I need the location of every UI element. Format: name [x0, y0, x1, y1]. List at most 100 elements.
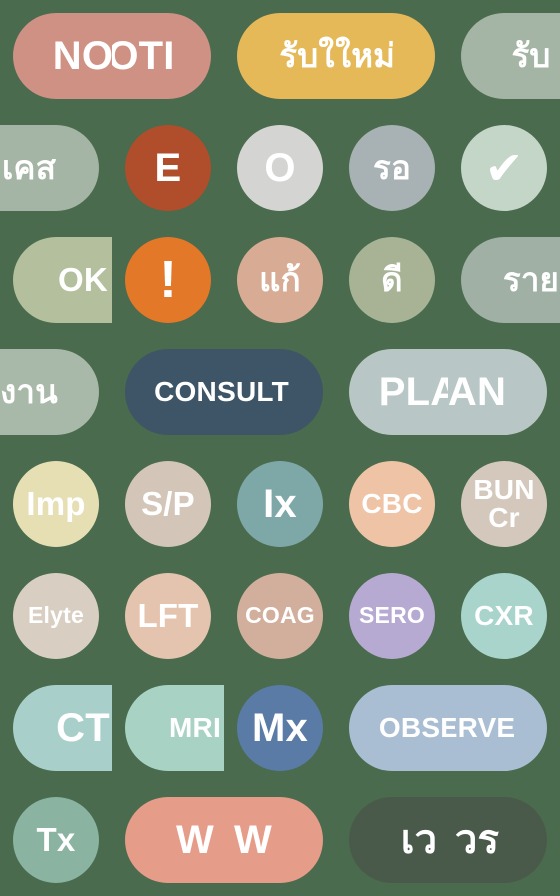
sticker-cell[interactable]: เว: [336, 784, 448, 896]
sticker-label: เว: [400, 817, 438, 862]
sticker-label: SULT: [224, 375, 289, 407]
sticker-label: OK: [58, 261, 108, 299]
sticker-label: CT: [56, 705, 110, 750]
sticker-label: ใหม่: [336, 37, 396, 75]
sticker-cell[interactable]: COAG: [224, 560, 336, 672]
sticker-cell[interactable]: NO: [0, 0, 112, 112]
sticker-r8c3[interactable]: W: [224, 797, 323, 883]
sticker-r1c2[interactable]: OTI: [112, 13, 211, 99]
sticker-cell[interactable]: O: [224, 112, 336, 224]
sticker-label: W: [234, 817, 272, 862]
sticker-cell[interactable]: CBC: [336, 448, 448, 560]
sticker-cell[interactable]: วร: [448, 784, 560, 896]
sticker-r1c1[interactable]: NO: [13, 13, 112, 99]
sticker-r5c2[interactable]: S/P: [125, 461, 211, 547]
sticker-r1c3[interactable]: รับใ: [237, 13, 336, 99]
sticker-cell[interactable]: CONS: [112, 336, 224, 448]
sticker-r3c4[interactable]: ดี: [349, 237, 435, 323]
sticker-label: O: [264, 145, 296, 190]
sticker-r4c5[interactable]: AN: [448, 349, 547, 435]
sticker-cell[interactable]: AN: [448, 336, 560, 448]
sticker-cell[interactable]: BUN Cr: [448, 448, 560, 560]
sticker-cell[interactable]: OBSE: [336, 672, 448, 784]
sticker-label: ราย: [502, 261, 560, 299]
sticker-label: BUN Cr: [473, 474, 535, 533]
sticker-cell[interactable]: W: [224, 784, 336, 896]
sticker-r4c4[interactable]: PLA: [349, 349, 448, 435]
sticker-r8c5[interactable]: วร: [448, 797, 547, 883]
sticker-cell[interactable]: E: [112, 112, 224, 224]
sticker-cell[interactable]: งาน: [0, 336, 112, 448]
sticker-cell[interactable]: OK: [0, 224, 112, 336]
sticker-cell[interactable]: เคส: [0, 112, 112, 224]
sticker-cell[interactable]: !: [112, 224, 224, 336]
sticker-r4c3[interactable]: SULT: [224, 349, 323, 435]
sticker-r2c5[interactable]: ✔: [461, 125, 547, 211]
sticker-cell[interactable]: Elyte: [0, 560, 112, 672]
sticker-label: CONS: [154, 375, 224, 407]
sticker-r1c5[interactable]: รับ: [461, 13, 560, 99]
sticker-cell[interactable]: รับใ: [224, 0, 336, 112]
sticker-r8c1[interactable]: Tx: [13, 797, 99, 883]
sticker-label: LFT: [137, 597, 199, 635]
sticker-cell[interactable]: Mx: [224, 672, 336, 784]
sticker-cell[interactable]: รอ: [336, 112, 448, 224]
sticker-cell[interactable]: ดี: [336, 224, 448, 336]
sticker-r4c2[interactable]: CONS: [125, 349, 224, 435]
sticker-r7c4[interactable]: OBSE: [349, 685, 448, 771]
sticker-r3c1[interactable]: OK: [13, 237, 112, 323]
sticker-r5c5[interactable]: BUN Cr: [461, 461, 547, 547]
sticker-cell[interactable]: ใหม่: [336, 0, 448, 112]
sticker-label: ดี: [381, 261, 403, 299]
sticker-r6c5[interactable]: CXR: [461, 573, 547, 659]
sticker-cell[interactable]: OTI: [112, 0, 224, 112]
sticker-r2c2[interactable]: E: [125, 125, 211, 211]
sticker-label: OTI: [112, 33, 175, 78]
sticker-r2c1[interactable]: เคส: [0, 125, 99, 211]
sticker-cell[interactable]: W: [112, 784, 224, 896]
sticker-cell[interactable]: Tx: [0, 784, 112, 896]
sticker-label: AN: [448, 369, 507, 414]
sticker-label: Ix: [263, 481, 297, 526]
sticker-cell[interactable]: SULT: [224, 336, 336, 448]
sticker-r8c4[interactable]: เว: [349, 797, 448, 883]
sticker-label: Tx: [36, 821, 76, 859]
sticker-cell[interactable]: แก้: [224, 224, 336, 336]
sticker-cell[interactable]: CT: [0, 672, 112, 784]
sticker-label: COAG: [245, 602, 315, 629]
sticker-r6c4[interactable]: SERO: [349, 573, 435, 659]
sticker-r6c3[interactable]: COAG: [237, 573, 323, 659]
sticker-r6c1[interactable]: Elyte: [13, 573, 99, 659]
sticker-cell[interactable]: SERO: [336, 560, 448, 672]
sticker-r7c2[interactable]: MRI: [125, 685, 224, 771]
sticker-r1c4[interactable]: ใหม่: [336, 13, 435, 99]
sticker-r3c5[interactable]: ราย: [461, 237, 560, 323]
sticker-r3c3[interactable]: แก้: [237, 237, 323, 323]
sticker-r5c1[interactable]: Imp: [13, 461, 99, 547]
sticker-r8c2[interactable]: W: [125, 797, 224, 883]
sticker-r7c1[interactable]: CT: [13, 685, 112, 771]
sticker-label: W: [176, 817, 214, 862]
sticker-r7c3[interactable]: Mx: [237, 685, 323, 771]
sticker-r7c5[interactable]: ERVE: [448, 685, 547, 771]
sticker-cell[interactable]: S/P: [112, 448, 224, 560]
sticker-cell[interactable]: Imp: [0, 448, 112, 560]
sticker-cell[interactable]: รับ: [448, 0, 560, 112]
sticker-label: ERVE: [448, 711, 516, 743]
sticker-label: Elyte: [28, 602, 84, 629]
sticker-cell[interactable]: Ix: [224, 448, 336, 560]
sticker-cell[interactable]: ✔: [448, 112, 560, 224]
sticker-cell[interactable]: CXR: [448, 560, 560, 672]
sticker-cell[interactable]: LFT: [112, 560, 224, 672]
sticker-cell[interactable]: MRI: [112, 672, 224, 784]
sticker-cell[interactable]: ราย: [448, 224, 560, 336]
sticker-r4c1[interactable]: งาน: [0, 349, 99, 435]
sticker-r2c4[interactable]: รอ: [349, 125, 435, 211]
sticker-r6c2[interactable]: LFT: [125, 573, 211, 659]
sticker-r5c3[interactable]: Ix: [237, 461, 323, 547]
sticker-cell[interactable]: ERVE: [448, 672, 560, 784]
sticker-r5c4[interactable]: CBC: [349, 461, 435, 547]
sticker-r3c2[interactable]: !: [125, 237, 211, 323]
sticker-cell[interactable]: PLA: [336, 336, 448, 448]
sticker-r2c3[interactable]: O: [237, 125, 323, 211]
